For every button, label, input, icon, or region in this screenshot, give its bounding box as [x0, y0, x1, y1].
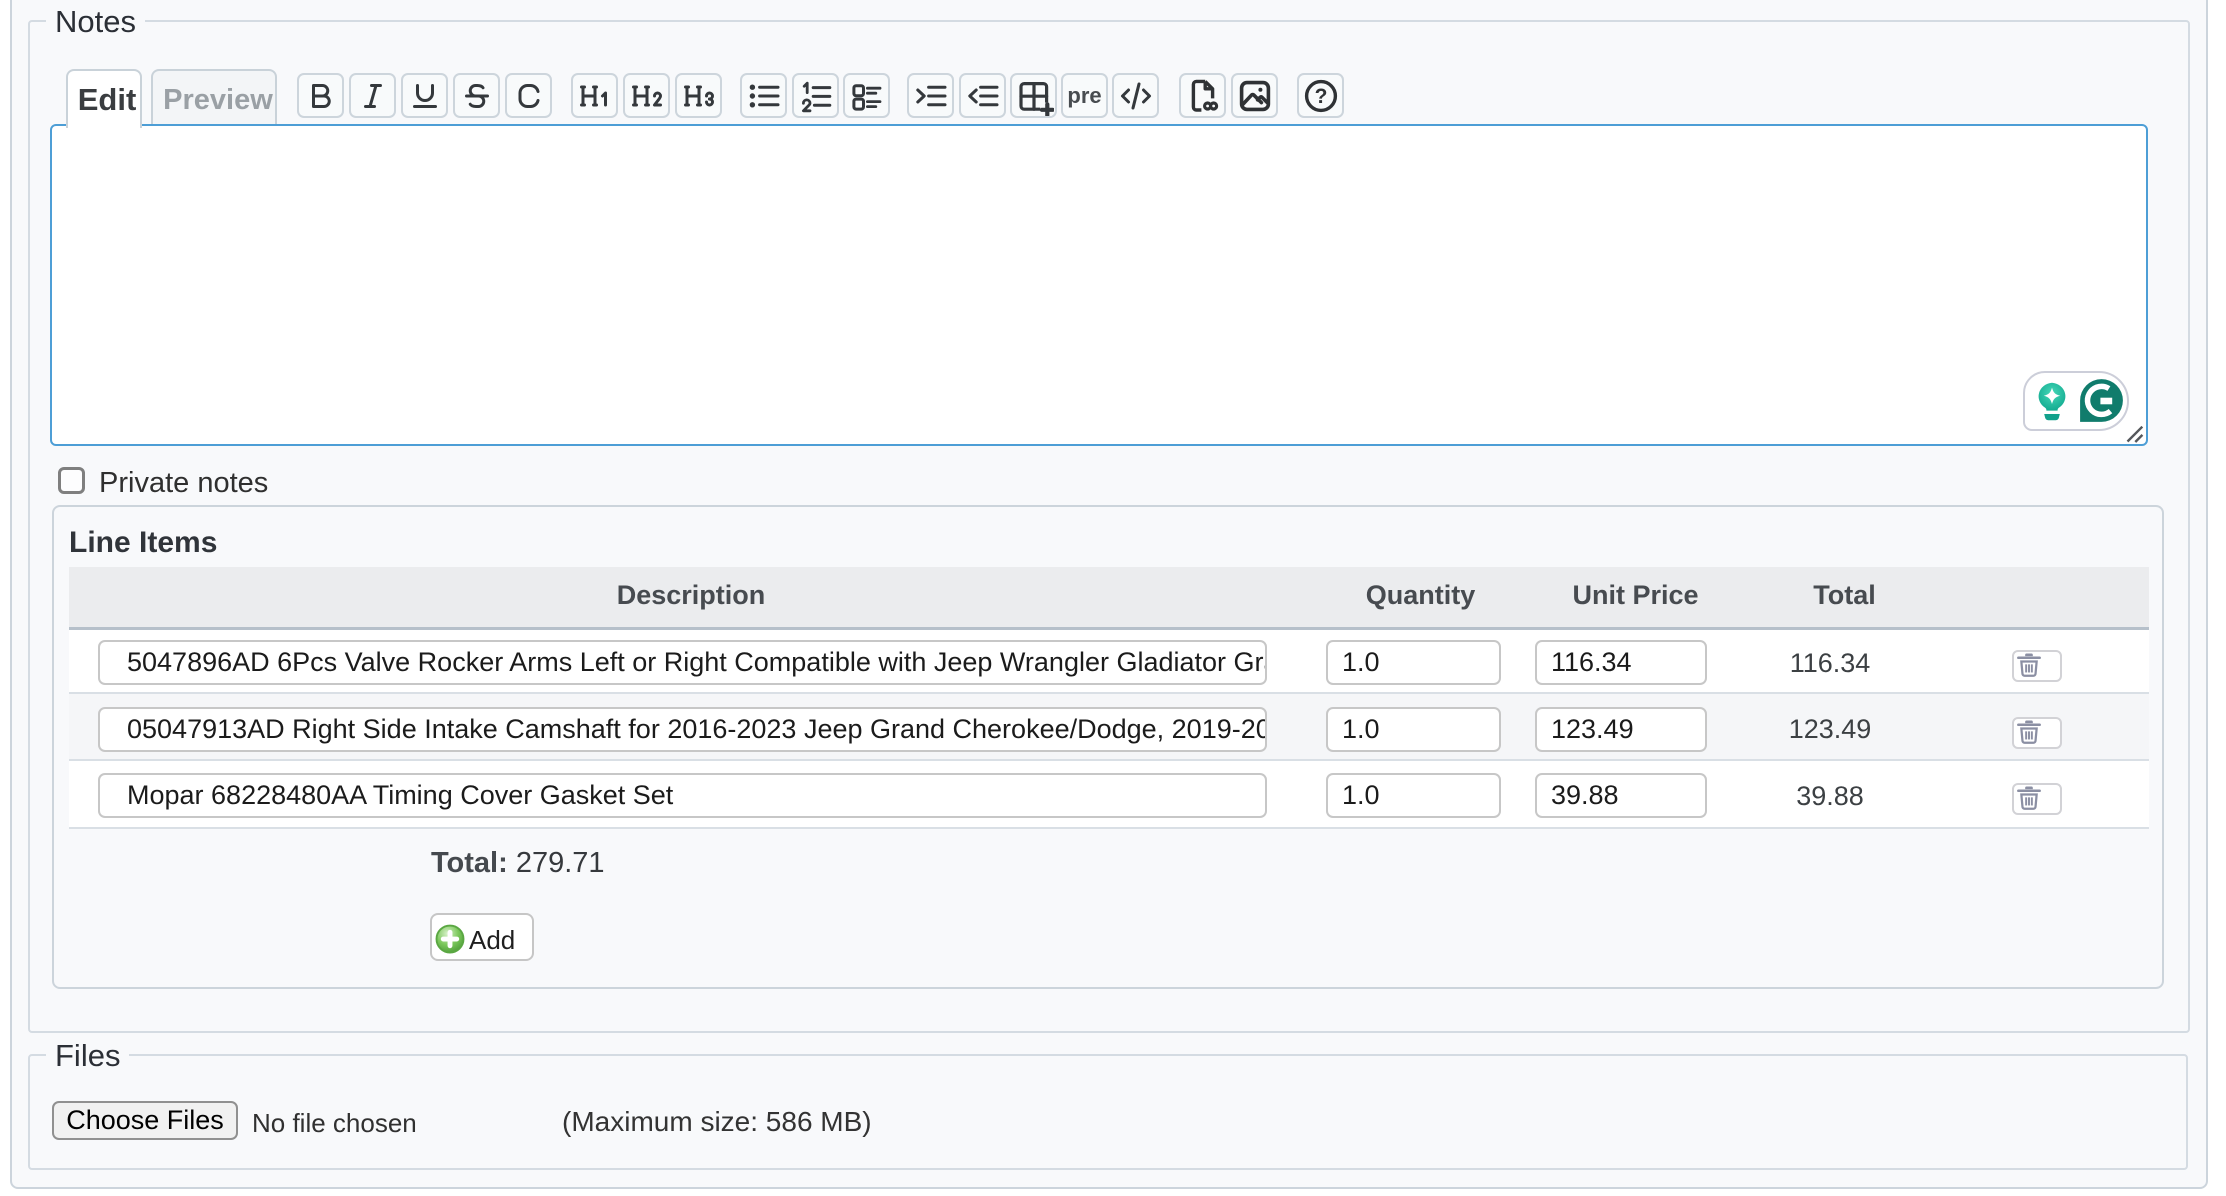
svg-text:?: ?	[1314, 85, 1327, 108]
